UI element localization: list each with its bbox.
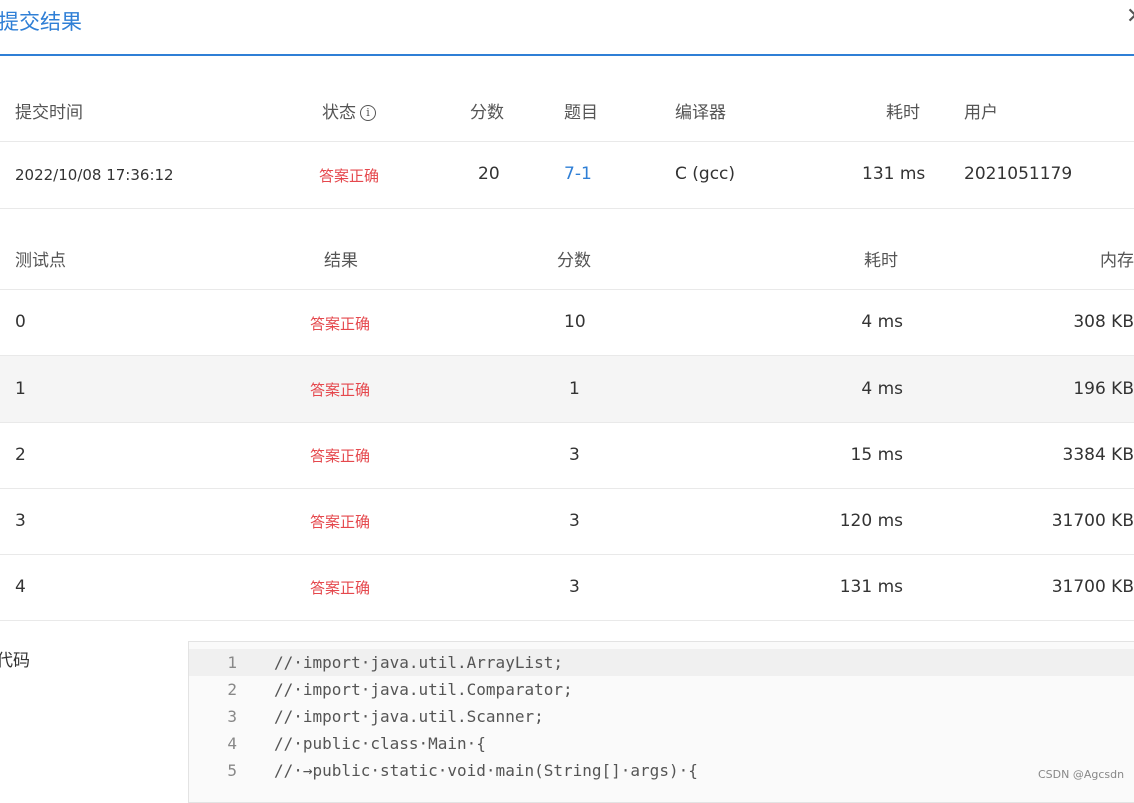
test-case: 4 xyxy=(15,577,26,597)
line-text: //·→public·static·void·main(String[]·arg… xyxy=(274,761,698,780)
line-text: //·import·java.util.Comparator; xyxy=(274,680,573,699)
duration-value: 131 ms xyxy=(862,164,926,184)
test-score: 1 xyxy=(569,379,580,399)
test-result: 答案正确 xyxy=(310,579,371,597)
submit-time: 2022/10/08 17:36:12 xyxy=(15,166,174,184)
problem-link[interactable]: 7-1 xyxy=(564,164,592,184)
test-memory: 31700 KB xyxy=(1051,511,1134,531)
test-case: 0 xyxy=(15,312,26,332)
test-result: 答案正确 xyxy=(310,513,371,531)
table-row: 2 答案正确 3 15 ms 3384 KB xyxy=(0,423,1134,489)
header-test-case: 测试点 xyxy=(15,251,66,271)
test-result: 答案正确 xyxy=(310,381,371,399)
line-number: 4 xyxy=(227,734,237,753)
code-line: 1 //·import·java.util.ArrayList; xyxy=(189,649,1134,676)
header-compiler: 编译器 xyxy=(675,103,726,123)
test-duration: 131 ms xyxy=(839,577,903,597)
code-label: 代码 xyxy=(0,651,30,671)
header-duration: 耗时 xyxy=(886,103,920,123)
code-line: 2 //·import·java.util.Comparator; xyxy=(189,676,1134,703)
test-score: 10 xyxy=(564,312,586,332)
test-score: 3 xyxy=(569,445,580,465)
line-number: 1 xyxy=(227,653,237,672)
code-editor[interactable]: 1 //·import·java.util.ArrayList; 2 //·im… xyxy=(188,641,1134,803)
test-memory: 308 KB xyxy=(1073,312,1134,332)
summary-header-row: 提交时间 状态 i 分数 题目 编译器 耗时 用户 xyxy=(0,78,1134,142)
table-row: 1 答案正确 1 4 ms 196 KB xyxy=(0,356,1134,423)
code-line: 5 //·→public·static·void·main(String[]·a… xyxy=(189,757,1134,784)
line-text: //·import·java.util.Scanner; xyxy=(274,707,544,726)
line-text: //·public·class·Main·{ xyxy=(274,734,486,753)
test-memory: 31700 KB xyxy=(1051,577,1134,597)
tests-header-row: 测试点 结果 分数 耗时 内存 xyxy=(0,224,1134,290)
dialog-header: 提交结果 ✕ xyxy=(0,0,1134,56)
test-case: 3 xyxy=(15,511,26,531)
header-problem: 题目 xyxy=(564,103,598,123)
dialog-title: 提交结果 xyxy=(0,10,82,34)
header-test-score: 分数 xyxy=(557,251,591,271)
test-memory: 3384 KB xyxy=(1062,445,1134,465)
header-test-duration: 耗时 xyxy=(864,251,898,271)
header-status-label: 状态 xyxy=(322,103,356,123)
total-score: 20 xyxy=(478,164,500,184)
status-badge: 答案正确 xyxy=(319,167,380,185)
line-text: //·import·java.util.ArrayList; xyxy=(274,653,563,672)
test-score: 3 xyxy=(569,511,580,531)
watermark: CSDN @Agcsdn xyxy=(1038,768,1125,781)
table-row: 0 答案正确 10 4 ms 308 KB xyxy=(0,290,1134,356)
test-result: 答案正确 xyxy=(310,447,371,465)
line-number: 2 xyxy=(227,680,237,699)
test-duration: 15 ms xyxy=(850,445,903,465)
header-submit-time: 提交时间 xyxy=(15,103,83,123)
code-line: 3 //·import·java.util.Scanner; xyxy=(189,703,1134,730)
test-result: 答案正确 xyxy=(310,315,371,333)
info-icon[interactable]: i xyxy=(360,105,376,121)
header-status: 状态 i xyxy=(322,98,376,123)
close-icon[interactable]: ✕ xyxy=(1126,4,1134,29)
header-score: 分数 xyxy=(470,103,504,123)
test-duration: 4 ms xyxy=(861,312,903,332)
test-case: 1 xyxy=(15,379,26,399)
test-memory: 196 KB xyxy=(1073,379,1134,399)
test-duration: 4 ms xyxy=(861,379,903,399)
user-value: 2021051179 xyxy=(964,164,1073,184)
table-row: 3 答案正确 3 120 ms 31700 KB xyxy=(0,489,1134,555)
test-score: 3 xyxy=(569,577,580,597)
line-number: 5 xyxy=(227,761,237,780)
line-number: 3 xyxy=(227,707,237,726)
compiler-value: C (gcc) xyxy=(675,164,736,184)
header-result: 结果 xyxy=(324,251,358,271)
header-memory: 内存 xyxy=(1100,251,1134,271)
header-user: 用户 xyxy=(964,103,998,123)
test-case: 2 xyxy=(15,445,26,465)
test-duration: 120 ms xyxy=(839,511,903,531)
code-line: 4 //·public·class·Main·{ xyxy=(189,730,1134,757)
summary-row: 2022/10/08 17:36:12 答案正确 20 7-1 C (gcc) … xyxy=(0,142,1134,209)
table-row: 4 答案正确 3 131 ms 31700 KB xyxy=(0,555,1134,621)
